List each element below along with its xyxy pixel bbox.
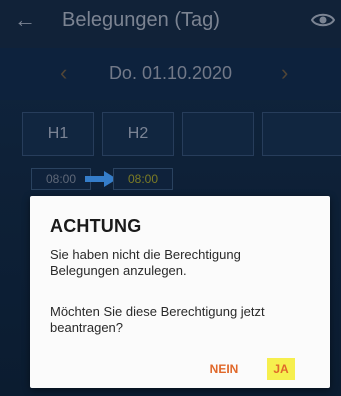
yes-button[interactable]: JA	[267, 358, 295, 380]
dialog-question: Möchten Sie diese Berechtigung jetzt bea…	[50, 304, 265, 335]
no-button[interactable]: NEIN	[206, 358, 242, 380]
app-screen: ← Belegungen (Tag) ‹ Do. 01.10.2020 › H1…	[0, 0, 341, 396]
dialog-message: Sie haben nicht die Berechtigung Belegun…	[50, 247, 241, 278]
dialog-title: ACHTUNG	[50, 216, 142, 236]
permission-dialog: ACHTUNG Sie haben nicht die Berechtigung…	[30, 196, 330, 388]
